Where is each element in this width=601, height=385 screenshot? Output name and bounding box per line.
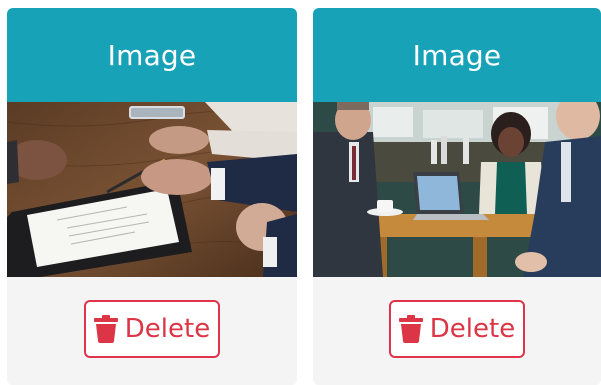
trash-icon xyxy=(93,315,118,343)
card-image-contract-signing xyxy=(7,102,297,277)
card-header: Image xyxy=(7,8,297,102)
card-footer: Delete xyxy=(7,277,297,385)
card-footer: Delete xyxy=(313,277,601,385)
image-card-grid: Image Delete Image Delete xyxy=(0,0,601,385)
image-card-2: Image Delete xyxy=(313,8,601,385)
delete-label: Delete xyxy=(429,314,516,344)
trash-icon xyxy=(398,315,423,343)
image-card-1: Image Delete xyxy=(7,8,297,385)
card-image-business-meeting xyxy=(313,102,601,277)
delete-button[interactable]: Delete xyxy=(84,300,220,358)
delete-label: Delete xyxy=(124,314,211,344)
card-header: Image xyxy=(313,8,601,102)
delete-button[interactable]: Delete xyxy=(389,300,525,358)
